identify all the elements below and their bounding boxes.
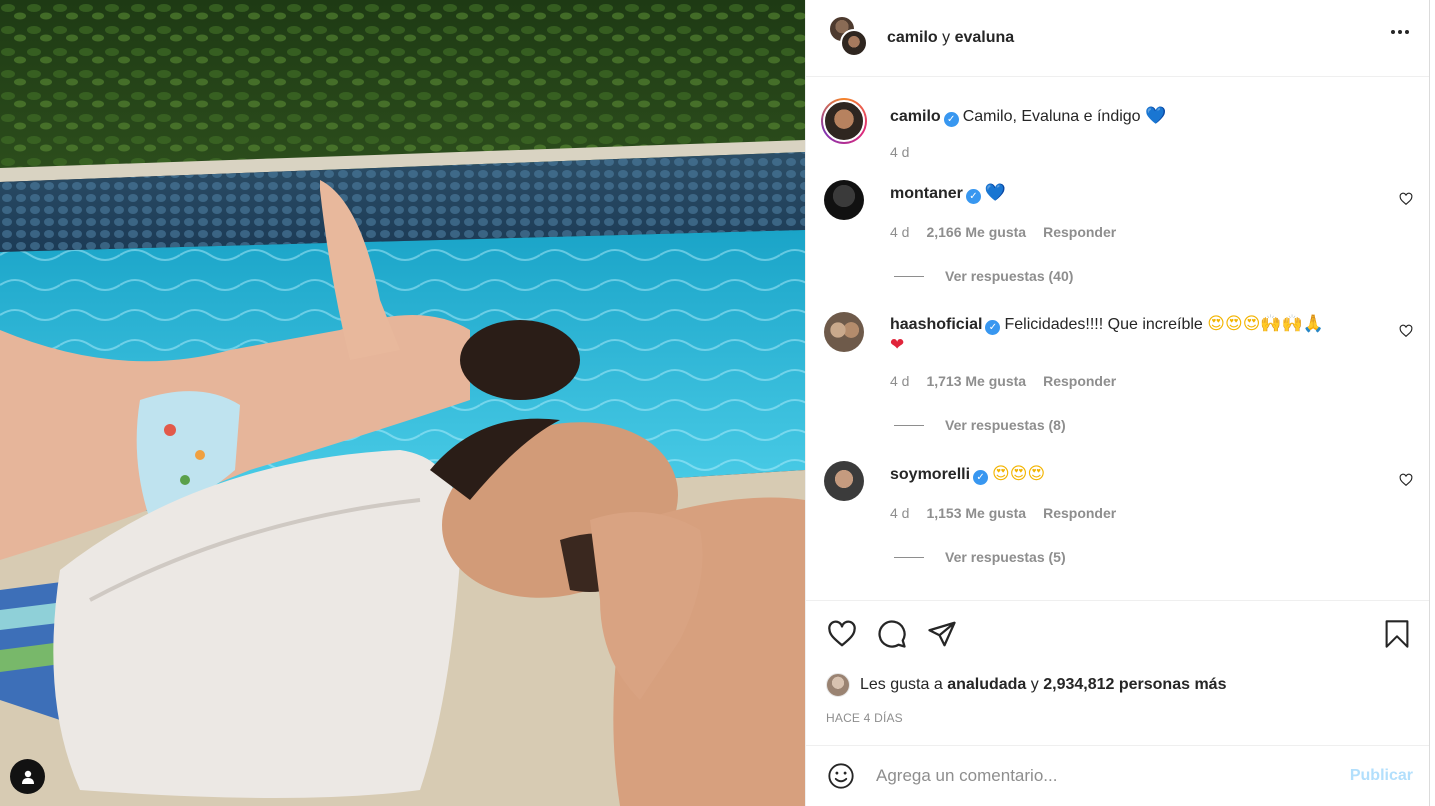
comment-emoji: 💙 <box>984 183 1007 203</box>
avatar[interactable] <box>824 312 864 352</box>
reply-button[interactable]: Responder <box>1043 505 1116 521</box>
liker-username[interactable]: analudada <box>947 676 1026 694</box>
avatar[interactable] <box>826 673 850 697</box>
comment-username[interactable]: soymorelli <box>890 466 970 483</box>
view-replies-button[interactable]: Ver respuestas (5) <box>890 549 1413 565</box>
view-replies-button[interactable]: Ver respuestas (40) <box>890 268 1413 284</box>
comment-item: montaner ✓ 💙 4 d 2,166 Me gusta Responder … <box>824 180 1413 284</box>
view-replies-label: Ver respuestas (8) <box>945 417 1066 433</box>
verified-badge-icon: ✓ <box>973 470 989 485</box>
comment-likes[interactable]: 1,713 Me gusta <box>926 373 1026 389</box>
author-link[interactable]: evaluna <box>955 29 1015 46</box>
blue-heart-emoji: 💙 <box>1145 106 1167 126</box>
replies-divider <box>894 556 924 558</box>
post-actions: Les gusta a analudada y 2,934,812 person… <box>806 600 1429 745</box>
heart-icon <box>828 620 856 647</box>
post-photo[interactable] <box>0 0 805 806</box>
comment-item: haashoficial ✓ Felicidades!!!! Que increíb… <box>824 312 1413 433</box>
comment-likes[interactable]: 1,153 Me gusta <box>926 505 1026 521</box>
caption-username[interactable]: camilo <box>890 108 941 125</box>
comment-meta: 4 d 1,153 Me gusta Responder <box>890 505 1413 521</box>
action-bar <box>826 601 1413 667</box>
comment-emoji: 😍😍😍 <box>992 464 1046 484</box>
post-timestamp[interactable]: HACE 4 DÍAS <box>826 711 1413 725</box>
comment-username[interactable]: haashoficial <box>890 316 982 333</box>
post-image <box>0 0 805 806</box>
like-button[interactable] <box>826 618 858 650</box>
post-comment-button[interactable]: Publicar <box>1350 767 1413 785</box>
save-button[interactable] <box>1381 618 1413 650</box>
comment-time[interactable]: 4 d <box>890 224 909 240</box>
user-tag-button[interactable] <box>10 759 45 794</box>
comment-button[interactable] <box>876 618 908 650</box>
more-options-icon <box>1391 30 1395 34</box>
comment-emoji: 😍😍😍🙌🙌🙏 <box>1207 314 1324 334</box>
reply-button[interactable]: Responder <box>1043 373 1116 389</box>
comments-list[interactable]: camilo ✓ Camilo, Evaluna e índigo 💙 4 d mo… <box>806 78 1429 600</box>
user-tag-icon <box>21 770 34 784</box>
comment-meta: 4 d 1,713 Me gusta Responder <box>890 373 1413 389</box>
red-heart-emoji: ❤ <box>890 335 905 355</box>
add-comment-bar: Publicar <box>806 745 1429 806</box>
avatar <box>823 100 865 142</box>
comment-meta: 4 d 2,166 Me gusta Responder <box>890 224 1413 240</box>
like-comment-heart-icon[interactable] <box>1399 473 1413 487</box>
view-replies-label: Ver respuestas (5) <box>945 549 1066 565</box>
more-dot <box>1405 30 1409 34</box>
likes-connector: y <box>1030 676 1039 693</box>
comment-icon <box>878 620 906 648</box>
more-options-button[interactable] <box>1391 30 1409 34</box>
replies-divider <box>894 275 924 277</box>
post-authors: camilo y evaluna <box>887 29 1014 47</box>
post-header: camilo y evaluna <box>806 0 1429 77</box>
collab-avatars[interactable] <box>826 15 872 61</box>
view-replies-label: Ver respuestas (40) <box>945 268 1074 284</box>
more-dot <box>1398 30 1402 34</box>
caption-meta: 4 d <box>890 144 1413 160</box>
post-side-panel: camilo y evaluna camilo ✓ Camilo, Evaluna … <box>805 0 1430 806</box>
comment-username[interactable]: montaner <box>890 185 963 202</box>
share-icon <box>928 621 956 647</box>
caption-time[interactable]: 4 d <box>890 144 909 160</box>
share-button[interactable] <box>926 618 958 650</box>
like-comment-heart-icon[interactable] <box>1399 324 1413 338</box>
avatar[interactable] <box>824 180 864 220</box>
comment-time[interactable]: 4 d <box>890 505 909 521</box>
replies-divider <box>894 424 924 426</box>
comment-item: soymorelli ✓ 😍😍😍 4 d 1,153 Me gusta Respon… <box>824 461 1413 565</box>
comment-likes[interactable]: 2,166 Me gusta <box>926 224 1026 240</box>
comment-text: Felicidades!!!! Que increíble <box>1004 316 1203 333</box>
caption-text: Camilo, Evaluna e índigo <box>962 108 1141 125</box>
bookmark-icon <box>1385 620 1409 648</box>
verified-badge-icon: ✓ <box>985 320 1001 335</box>
likes-summary: Les gusta a analudada y 2,934,812 person… <box>826 673 1413 697</box>
smiley-icon <box>828 763 854 789</box>
view-replies-button[interactable]: Ver respuestas (8) <box>890 417 1413 433</box>
comment-time[interactable]: 4 d <box>890 373 909 389</box>
author-link[interactable]: camilo <box>887 29 938 46</box>
like-comment-heart-icon[interactable] <box>1399 192 1413 206</box>
comment-input[interactable] <box>876 766 1340 786</box>
verified-badge-icon: ✓ <box>943 112 959 127</box>
avatar[interactable] <box>824 461 864 501</box>
verified-badge-icon: ✓ <box>965 189 981 204</box>
reply-button[interactable]: Responder <box>1043 224 1116 240</box>
emoji-picker-button[interactable] <box>826 761 856 791</box>
avatar-ring[interactable] <box>821 98 867 144</box>
likes-prefix: Les gusta a <box>860 676 943 693</box>
avatar <box>840 29 868 57</box>
author-connector: y <box>942 29 951 46</box>
post-caption: camilo ✓ Camilo, Evaluna e índigo 💙 4 d <box>821 98 1413 160</box>
likes-count-link[interactable]: 2,934,812 personas más <box>1043 676 1226 694</box>
